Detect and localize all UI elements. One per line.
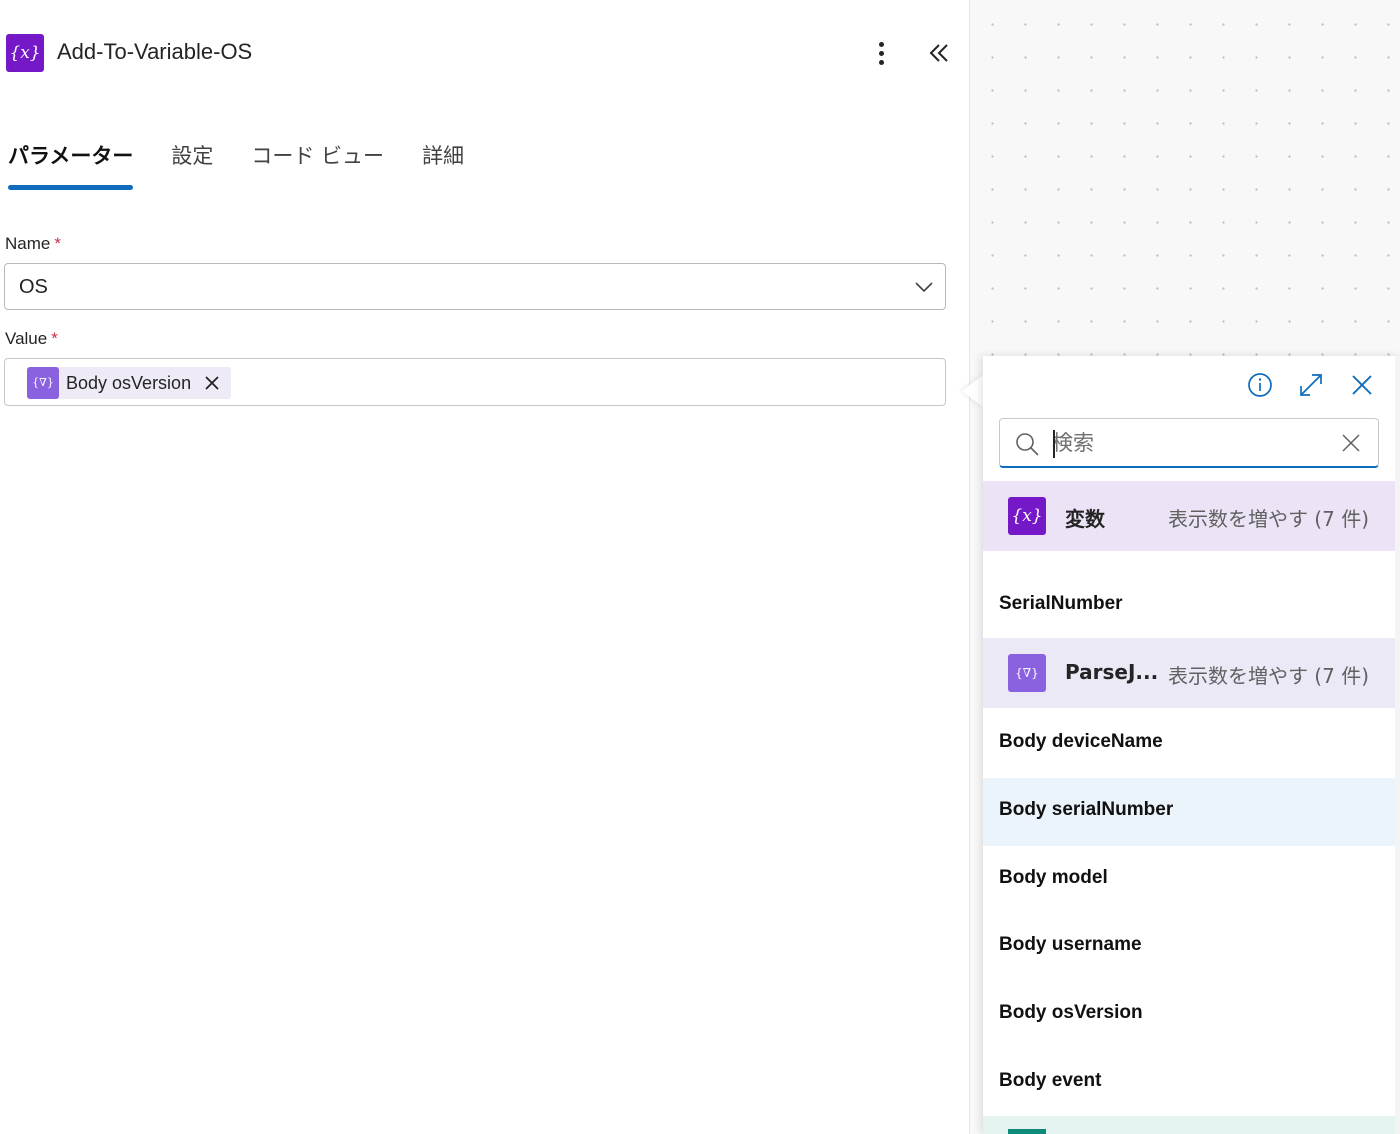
action-config-panel: {x} Add-To-Variable-OS パラメーター 設定 コード ビュー…: [0, 0, 970, 1134]
tab-parameters[interactable]: パラメーター: [8, 140, 134, 192]
group-header-variables[interactable]: {x} 変数 表示数を増やす (7 件): [983, 481, 1395, 551]
action-title[interactable]: Add-To-Variable-OS: [57, 39, 252, 65]
item-label: Body model: [999, 867, 1108, 888]
scrollbar[interactable]: [1395, 356, 1400, 1134]
name-dropdown-value: OS: [19, 276, 48, 298]
list-item[interactable]: Body username: [983, 913, 1395, 981]
flyout-pointer: [962, 374, 984, 408]
required-mark: *: [54, 234, 61, 253]
search-box[interactable]: [999, 418, 1379, 468]
name-label: Name *: [5, 234, 61, 254]
dynamic-content-picker: {x} 変数 表示数を増やす (7 件) SerialNumber {∇} Pa…: [983, 356, 1400, 1134]
item-label: Body deviceName: [999, 731, 1163, 752]
name-dropdown[interactable]: OS: [4, 263, 946, 310]
dynamic-content-token[interactable]: {∇} Body osVersion: [27, 367, 232, 399]
item-label: Body event: [999, 1070, 1102, 1091]
tab-code-view[interactable]: コード ビュー: [251, 140, 384, 192]
required-mark: *: [51, 329, 58, 348]
item-label: SerialNumber: [999, 593, 1123, 614]
more-options-button[interactable]: [866, 36, 896, 70]
search-input[interactable]: [1052, 427, 1332, 459]
value-input[interactable]: {∇} Body osVersion: [4, 358, 946, 406]
tab-details[interactable]: 詳細: [422, 140, 464, 192]
value-label-text: Value: [5, 329, 48, 348]
search-icon: [1016, 433, 1039, 456]
next-group-header[interactable]: [983, 1116, 1395, 1134]
list-item[interactable]: SerialNumber: [983, 572, 1395, 640]
collapse-panel-button[interactable]: [922, 36, 956, 70]
text-caret: [1053, 430, 1055, 458]
double-chevron-left-icon: [929, 44, 948, 62]
token-label: Body osVersion: [66, 372, 192, 393]
tab-settings[interactable]: 設定: [171, 140, 213, 192]
close-icon[interactable]: [1347, 370, 1377, 400]
panel-header: {x} Add-To-Variable-OS: [0, 30, 970, 76]
expand-icon[interactable]: [1296, 370, 1326, 400]
list-item[interactable]: Body model: [983, 846, 1395, 914]
item-label: Body serialNumber: [999, 799, 1174, 820]
item-label: Body username: [999, 934, 1142, 955]
group-header-parse-json[interactable]: {∇} ParseJ... 表示数を増やす (7 件): [983, 638, 1395, 708]
value-label: Value *: [5, 329, 58, 349]
group-name: 変数: [1065, 507, 1105, 531]
name-label-text: Name: [5, 234, 51, 253]
chevron-down-icon: [915, 282, 933, 293]
dot: [878, 41, 884, 47]
item-label: Body osVersion: [999, 1002, 1143, 1023]
parse-json-icon: {∇}: [27, 367, 59, 399]
variable-icon: {x}: [6, 34, 44, 72]
dot: [878, 59, 884, 65]
group-name: ParseJ...: [1065, 660, 1159, 684]
parse-json-icon: {∇}: [1008, 654, 1046, 692]
list-item[interactable]: Body deviceName: [983, 710, 1395, 778]
close-icon[interactable]: [203, 374, 221, 392]
dot: [878, 50, 884, 56]
tab-list: パラメーター 設定 コード ビュー 詳細: [8, 140, 502, 194]
clear-icon[interactable]: [1340, 432, 1362, 454]
show-more-link[interactable]: 表示数を増やす (7 件): [1168, 503, 1369, 532]
show-more-link[interactable]: 表示数を増やす (7 件): [1168, 660, 1369, 689]
info-icon[interactable]: [1245, 370, 1275, 400]
group-icon: [1008, 1129, 1046, 1134]
list-item[interactable]: Body serialNumber: [983, 778, 1395, 846]
variable-icon: {x}: [1008, 497, 1046, 535]
list-item[interactable]: Body osVersion: [983, 981, 1395, 1049]
list-item[interactable]: Body event: [983, 1049, 1395, 1117]
